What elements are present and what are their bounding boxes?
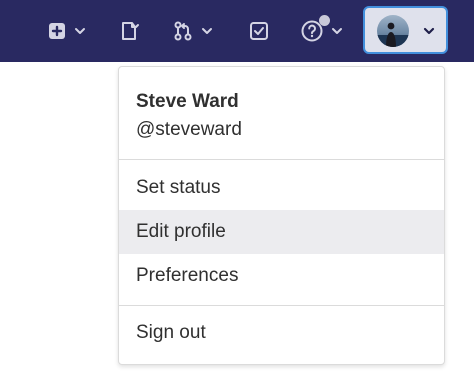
merge-request-icon [172, 20, 194, 42]
snippet-icon [119, 20, 141, 42]
menu-item-sign-out[interactable]: Sign out [119, 311, 444, 355]
plus-square-icon [47, 21, 67, 41]
new-item-dropdown-button[interactable] [38, 12, 96, 50]
chevron-down-icon [200, 24, 214, 38]
user-avatar [377, 15, 409, 47]
notification-dot [319, 15, 330, 26]
menu-divider [119, 305, 444, 306]
menu-divider [119, 159, 444, 160]
user-menu-button[interactable] [363, 6, 448, 54]
user-dropdown-menu: Steve Ward @steveward Set status Edit pr… [118, 66, 445, 365]
chevron-down-icon [422, 24, 436, 43]
chevron-down-icon [73, 24, 87, 38]
user-full-name: Steve Ward [136, 91, 239, 112]
menu-item-set-status[interactable]: Set status [119, 166, 444, 210]
todos-button[interactable] [240, 12, 278, 50]
todo-checkbox-icon [248, 20, 270, 42]
user-username: @steveward [136, 119, 242, 140]
top-navigation-bar [0, 0, 474, 62]
menu-item-preferences[interactable]: Preferences [119, 254, 444, 298]
chevron-down-icon [330, 24, 344, 38]
snippets-button[interactable] [112, 12, 148, 50]
merge-requests-dropdown-button[interactable] [164, 12, 222, 50]
menu-item-edit-profile[interactable]: Edit profile [119, 210, 444, 254]
